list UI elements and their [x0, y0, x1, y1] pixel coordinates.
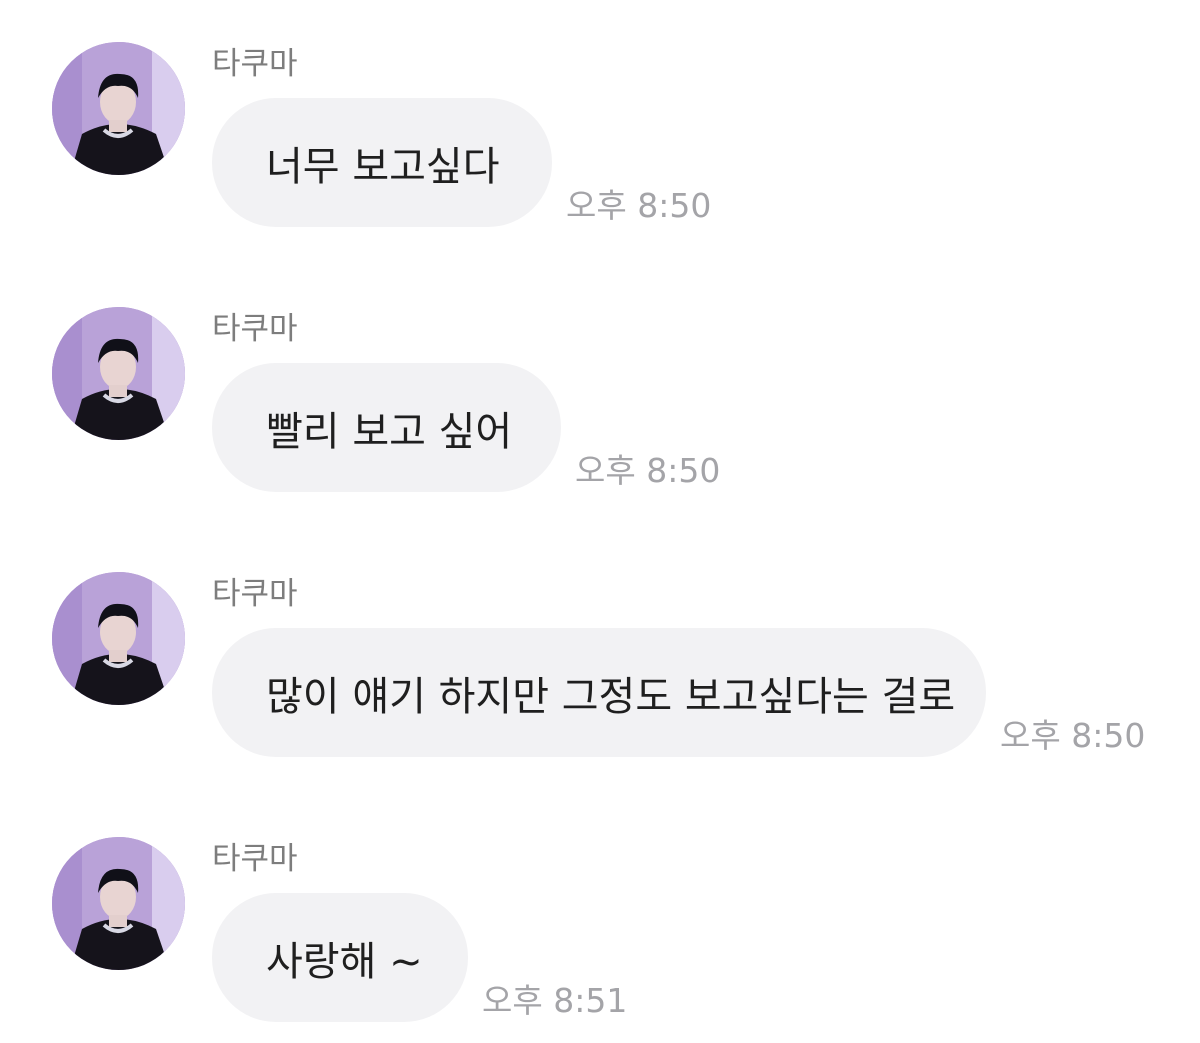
chat-thread: 타쿠마 너무 보고싶다 오후 8:50 타쿠마 빨리 보고 싶어 오후 8:50	[0, 0, 1200, 1043]
message-timestamp: 오후 8:51	[482, 981, 628, 1020]
avatar[interactable]	[52, 307, 185, 440]
message-timestamp: 오후 8:50	[1000, 716, 1146, 755]
message-bubble[interactable]: 사랑해 ~	[212, 893, 468, 1022]
message-text: 빨리 보고 싶어	[266, 408, 513, 455]
sender-name: 타쿠마	[212, 46, 298, 82]
message-row: 타쿠마 사랑해 ~ 오후 8:51	[0, 795, 1200, 1025]
sender-name: 타쿠마	[212, 841, 298, 877]
sender-name: 타쿠마	[212, 311, 298, 347]
avatar-photo-icon	[52, 42, 185, 175]
avatar-photo-icon	[52, 572, 185, 705]
avatar[interactable]	[52, 572, 185, 705]
message-bubble[interactable]: 빨리 보고 싶어	[212, 363, 561, 492]
avatar-photo-icon	[52, 307, 185, 440]
message-timestamp: 오후 8:50	[566, 186, 712, 225]
message-timestamp: 오후 8:50	[575, 451, 721, 490]
avatar[interactable]	[52, 42, 185, 175]
sender-name: 타쿠마	[212, 576, 298, 612]
message-row: 타쿠마 빨리 보고 싶어 오후 8:50	[0, 265, 1200, 495]
avatar-photo-icon	[52, 837, 185, 970]
avatar[interactable]	[52, 837, 185, 970]
message-text: 너무 보고싶다	[266, 143, 500, 190]
message-text: 사랑해 ~	[266, 938, 423, 985]
message-row: 타쿠마 많이 얘기 하지만 그정도 보고싶다는 걸로 오후 8:50	[0, 530, 1200, 760]
message-bubble[interactable]: 너무 보고싶다	[212, 98, 552, 227]
message-row: 타쿠마 너무 보고싶다 오후 8:50	[0, 0, 1200, 230]
message-text: 많이 얘기 하지만 그정도 보고싶다는 걸로	[266, 673, 956, 720]
message-bubble[interactable]: 많이 얘기 하지만 그정도 보고싶다는 걸로	[212, 628, 986, 757]
